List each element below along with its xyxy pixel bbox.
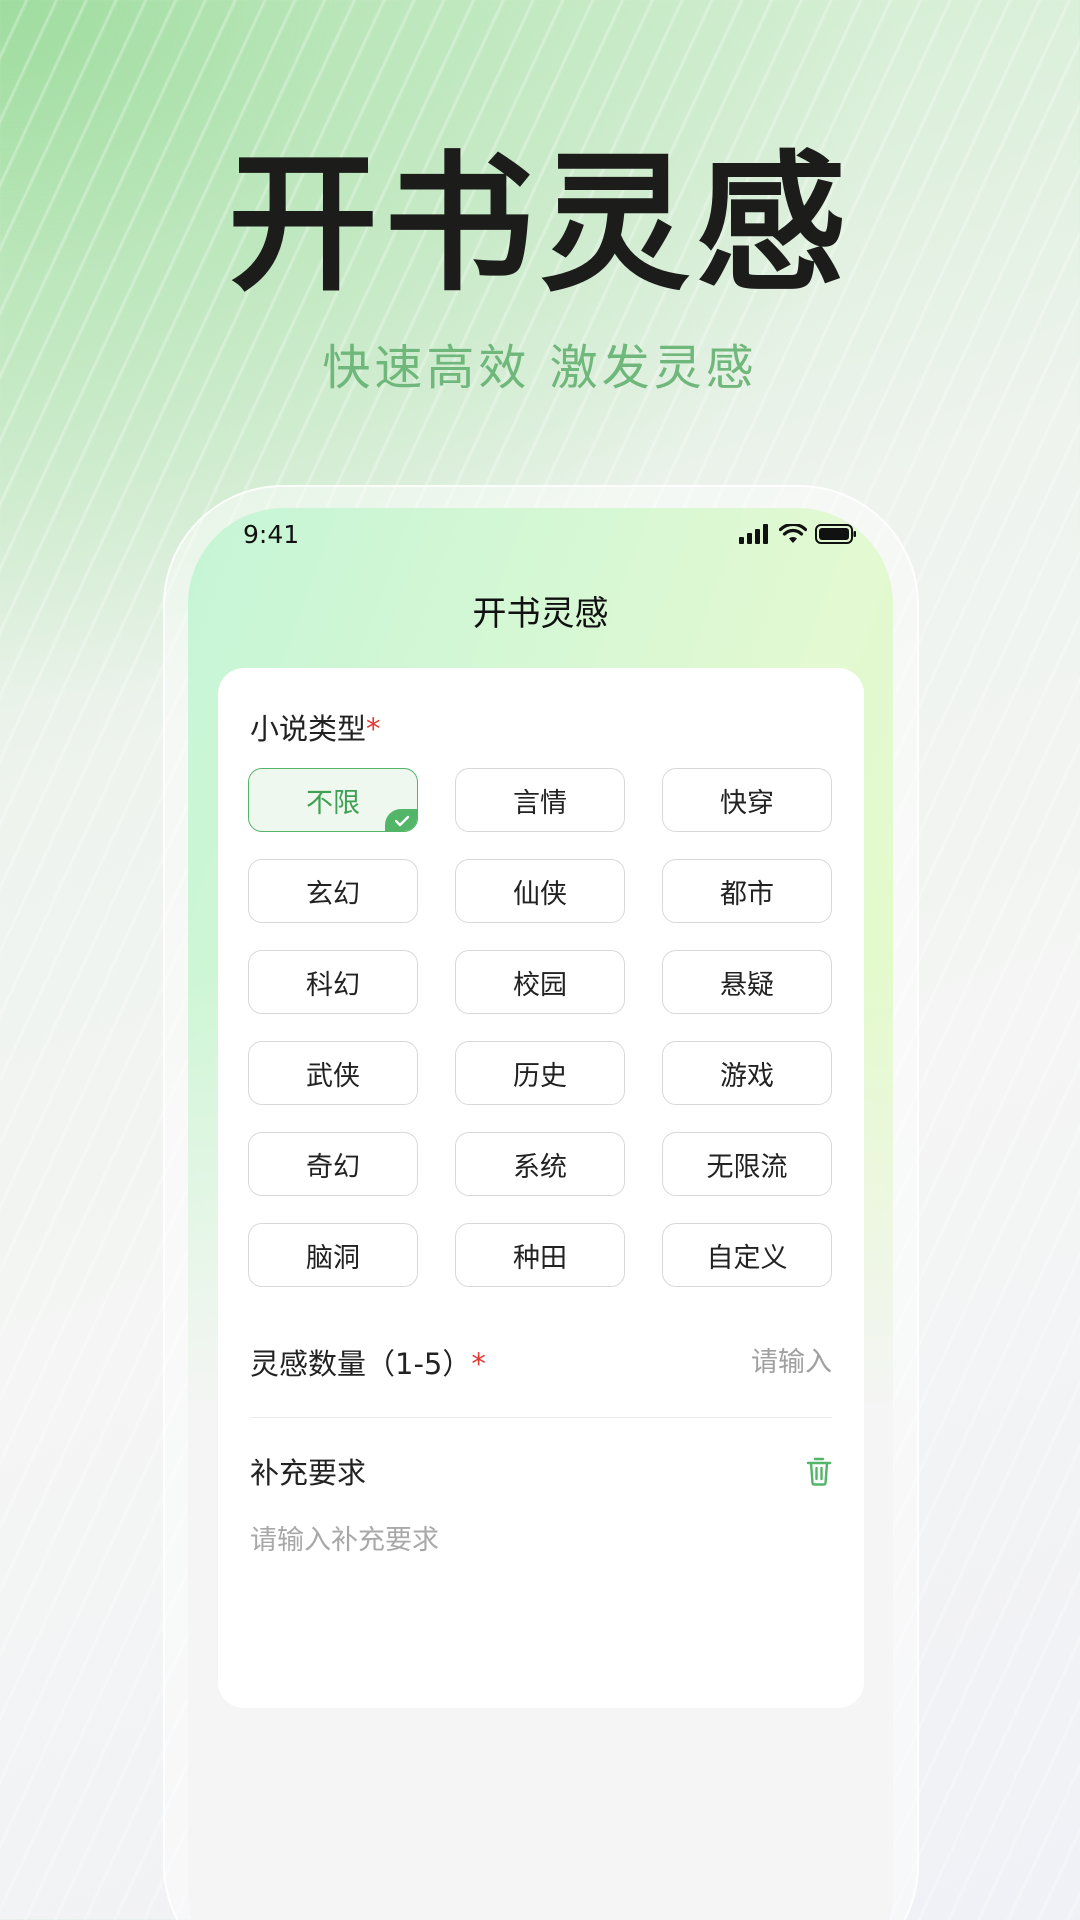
divider — [250, 1417, 832, 1418]
genre-chip[interactable]: 武侠 — [248, 1041, 418, 1105]
genre-chip-label: 仙侠 — [513, 878, 567, 910]
genre-chip[interactable]: 校园 — [455, 950, 625, 1014]
genre-chip-label: 不限 — [306, 787, 360, 819]
count-required-mark: * — [471, 1347, 486, 1381]
status-time: 9:41 — [243, 520, 300, 549]
genre-chip[interactable]: 不限 — [248, 768, 418, 832]
genre-chip-label: 奇幻 — [306, 1151, 360, 1183]
genre-chip-label: 武侠 — [306, 1060, 360, 1092]
supplement-label: 补充要求 — [250, 1456, 367, 1490]
genre-chip-label: 历史 — [513, 1060, 567, 1092]
genre-chip[interactable]: 玄幻 — [248, 859, 418, 923]
genre-chip[interactable]: 都市 — [662, 859, 832, 923]
genre-chip[interactable]: 历史 — [455, 1041, 625, 1105]
hero-title: 开书灵感 — [227, 138, 852, 312]
genre-chip[interactable]: 言情 — [455, 768, 625, 832]
genre-chip[interactable]: 仙侠 — [455, 859, 625, 923]
form-card: 小说类型* 不限 言情 快穿 玄幻 仙侠 都市 科幻 校园 悬疑 武侠 历史 游戏 奇幻 系统 无限流 脑洞种… — [218, 668, 864, 1708]
genre-chip-label: 都市 — [720, 878, 774, 910]
count-input[interactable] — [652, 1346, 832, 1378]
trash-icon[interactable] — [806, 1456, 832, 1486]
genre-chip[interactable]: 系统 — [455, 1132, 625, 1196]
genre-chip-label: 言情 — [513, 787, 567, 819]
supplement-row: 补充要求 — [250, 1446, 832, 1496]
genre-chip-label: 无限流 — [706, 1151, 788, 1183]
genre-label-text: 小说类型 — [250, 712, 367, 746]
required-mark: * — [366, 712, 381, 746]
count-row: 灵感数量（1-5）* — [250, 1332, 832, 1392]
genre-chip-label: 脑洞 — [306, 1242, 360, 1274]
genre-section-label: 小说类型* — [250, 706, 381, 748]
genre-chip-label: 种田 — [513, 1242, 567, 1274]
genre-chip-label: 系统 — [513, 1151, 567, 1183]
genre-chip-label: 校园 — [513, 969, 567, 1001]
supplement-textarea[interactable] — [250, 1518, 832, 1678]
genre-chip[interactable]: 快穿 — [662, 768, 832, 832]
genre-chip[interactable]: 自定义 — [662, 1223, 832, 1287]
genre-chip[interactable]: 悬疑 — [662, 950, 832, 1014]
genre-chip[interactable]: 脑洞 — [248, 1223, 418, 1287]
check-icon — [385, 809, 417, 831]
count-label: 灵感数量（1-5） — [250, 1347, 472, 1381]
genre-chip-label: 科幻 — [306, 969, 360, 1001]
wifi-icon — [779, 524, 807, 543]
genre-chip[interactable]: 科幻 — [248, 950, 418, 1014]
status-bar: 9:41 — [188, 508, 893, 558]
genre-chip[interactable]: 无限流 — [662, 1132, 832, 1196]
genre-chip-label: 悬疑 — [720, 969, 774, 1001]
genre-chip-label: 玄幻 — [306, 878, 360, 910]
genre-chip-label: 自定义 — [706, 1242, 788, 1274]
genre-chip[interactable]: 游戏 — [662, 1041, 832, 1105]
nav-title: 开书灵感 — [472, 594, 609, 634]
phone-screen: 9:41 开书灵感 小说类型* 不限 言情 快穿 玄幻 仙侠 都市 科幻 校园 悬疑 武侠 历史游 — [188, 508, 893, 1920]
genre-chip[interactable]: 种田 — [455, 1223, 625, 1287]
status-icons — [739, 524, 857, 544]
hero-subtitle: 快速高效 激发灵感 — [322, 340, 758, 396]
signal-icon — [739, 524, 768, 544]
genre-chip-label: 快穿 — [720, 787, 774, 819]
genre-chip-label: 游戏 — [720, 1060, 774, 1092]
count-label-wrap: 灵感数量（1-5）* — [250, 1341, 486, 1383]
genre-chip[interactable]: 奇幻 — [248, 1132, 418, 1196]
battery-icon — [815, 524, 856, 544]
genre-grid: 不限 言情 快穿玄幻 仙侠 都市科幻 校园 悬疑武侠 历史 游戏奇幻 系统 无限流脑洞 种田 自定义 — [248, 768, 834, 1287]
